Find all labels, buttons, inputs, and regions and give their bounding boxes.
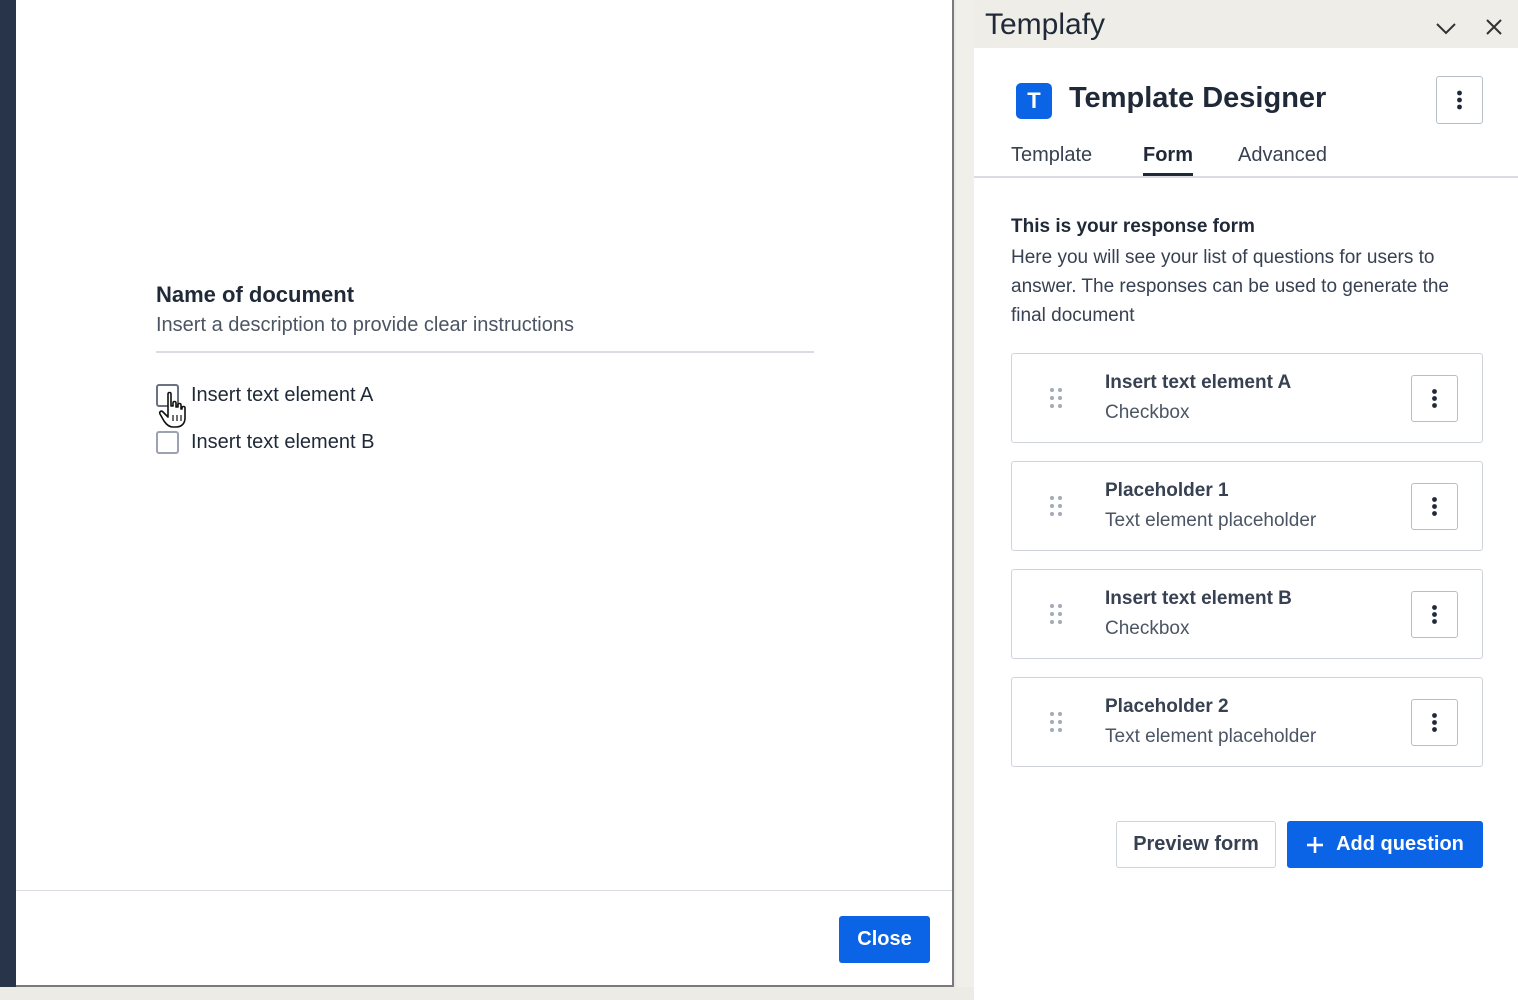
question-card[interactable]: Insert text element A Checkbox (1011, 353, 1483, 443)
app-name: Template Designer (1069, 82, 1327, 114)
checkbox[interactable] (156, 384, 179, 407)
more-vertical-icon (1432, 497, 1437, 516)
footer-divider (16, 890, 952, 891)
plus-icon (1307, 836, 1324, 853)
checkbox-option-a[interactable]: Insert text element A (156, 384, 373, 407)
preview-form-button[interactable]: Preview form (1116, 821, 1276, 868)
question-title: Insert text element B (1105, 588, 1292, 609)
checkbox-label: Insert text element A (191, 384, 374, 406)
add-question-label: Add question (1336, 833, 1464, 855)
question-type: Checkbox (1105, 618, 1190, 639)
form-heading: This is your response form (1011, 216, 1255, 237)
form-description: Here you will see your list of questions… (1011, 247, 1450, 326)
more-options-button[interactable] (1436, 76, 1483, 124)
document-title: Name of document (156, 282, 355, 307)
close-button[interactable]: Close (839, 916, 930, 963)
checkbox[interactable] (156, 431, 179, 454)
window-gap (956, 0, 974, 1000)
question-card[interactable]: Insert text element B Checkbox (1011, 569, 1483, 659)
drag-handle-icon[interactable] (1049, 603, 1063, 625)
question-options-button[interactable] (1411, 591, 1458, 638)
checkbox-label: Insert text element B (191, 431, 375, 453)
document-description: Insert a description to provide clear in… (156, 314, 574, 336)
drag-handle-icon[interactable] (1049, 387, 1063, 409)
question-options-button[interactable] (1411, 483, 1458, 530)
question-title: Placeholder 2 (1105, 696, 1229, 717)
templafy-panel: Templafy T Template Designer Template Fo… (974, 0, 1518, 1000)
templafy-logo: T (1016, 83, 1052, 119)
form-preview-dialog: Name of document Insert a description to… (16, 0, 954, 987)
app-left-strip (0, 0, 16, 1000)
tab-bar: Template Form Advanced (974, 140, 1518, 178)
divider (156, 351, 814, 353)
window-bottom-edge (0, 987, 974, 1000)
close-icon[interactable] (1484, 16, 1504, 38)
checkbox-option-b[interactable]: Insert text element B (156, 431, 374, 454)
question-type: Text element placeholder (1105, 510, 1317, 531)
question-card[interactable]: Placeholder 1 Text element placeholder (1011, 461, 1483, 551)
more-vertical-icon (1432, 713, 1437, 732)
more-vertical-icon (1432, 389, 1437, 408)
add-question-button[interactable]: Add question (1287, 821, 1483, 868)
question-type: Text element placeholder (1105, 726, 1317, 747)
question-title: Placeholder 1 (1105, 480, 1229, 501)
tab-form[interactable]: Form (1143, 144, 1193, 176)
panel-title: Templafy (985, 8, 1106, 41)
question-options-button[interactable] (1411, 375, 1458, 422)
tab-advanced[interactable]: Advanced (1238, 144, 1327, 173)
chevron-down-icon[interactable] (1434, 18, 1458, 38)
tab-template[interactable]: Template (1011, 144, 1092, 173)
more-vertical-icon (1432, 605, 1437, 624)
question-title: Insert text element A (1105, 372, 1292, 393)
question-type: Checkbox (1105, 402, 1190, 423)
drag-handle-icon[interactable] (1049, 495, 1063, 517)
drag-handle-icon[interactable] (1049, 711, 1063, 733)
question-card[interactable]: Placeholder 2 Text element placeholder (1011, 677, 1483, 767)
panel-titlebar: Templafy (974, 0, 1518, 48)
question-options-button[interactable] (1411, 699, 1458, 746)
more-vertical-icon (1457, 90, 1462, 110)
